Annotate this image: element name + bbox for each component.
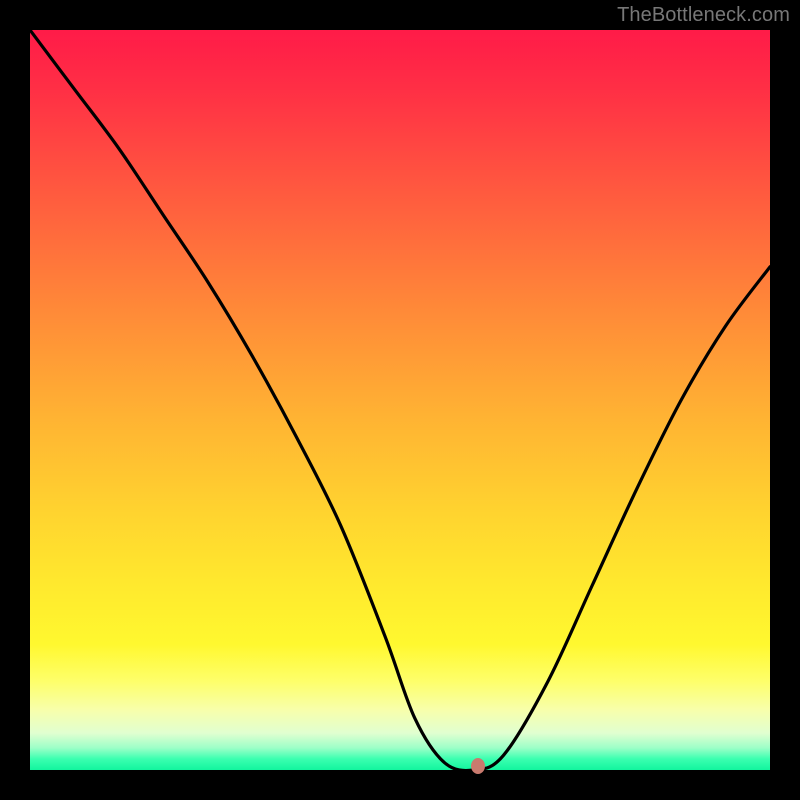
watermark-text: TheBottleneck.com xyxy=(617,4,790,27)
chart-frame: TheBottleneck.com xyxy=(0,0,800,800)
curve-svg xyxy=(30,30,770,770)
plot-area xyxy=(30,30,770,770)
optimal-point-marker xyxy=(471,758,485,774)
bottleneck-curve-path xyxy=(30,30,770,770)
